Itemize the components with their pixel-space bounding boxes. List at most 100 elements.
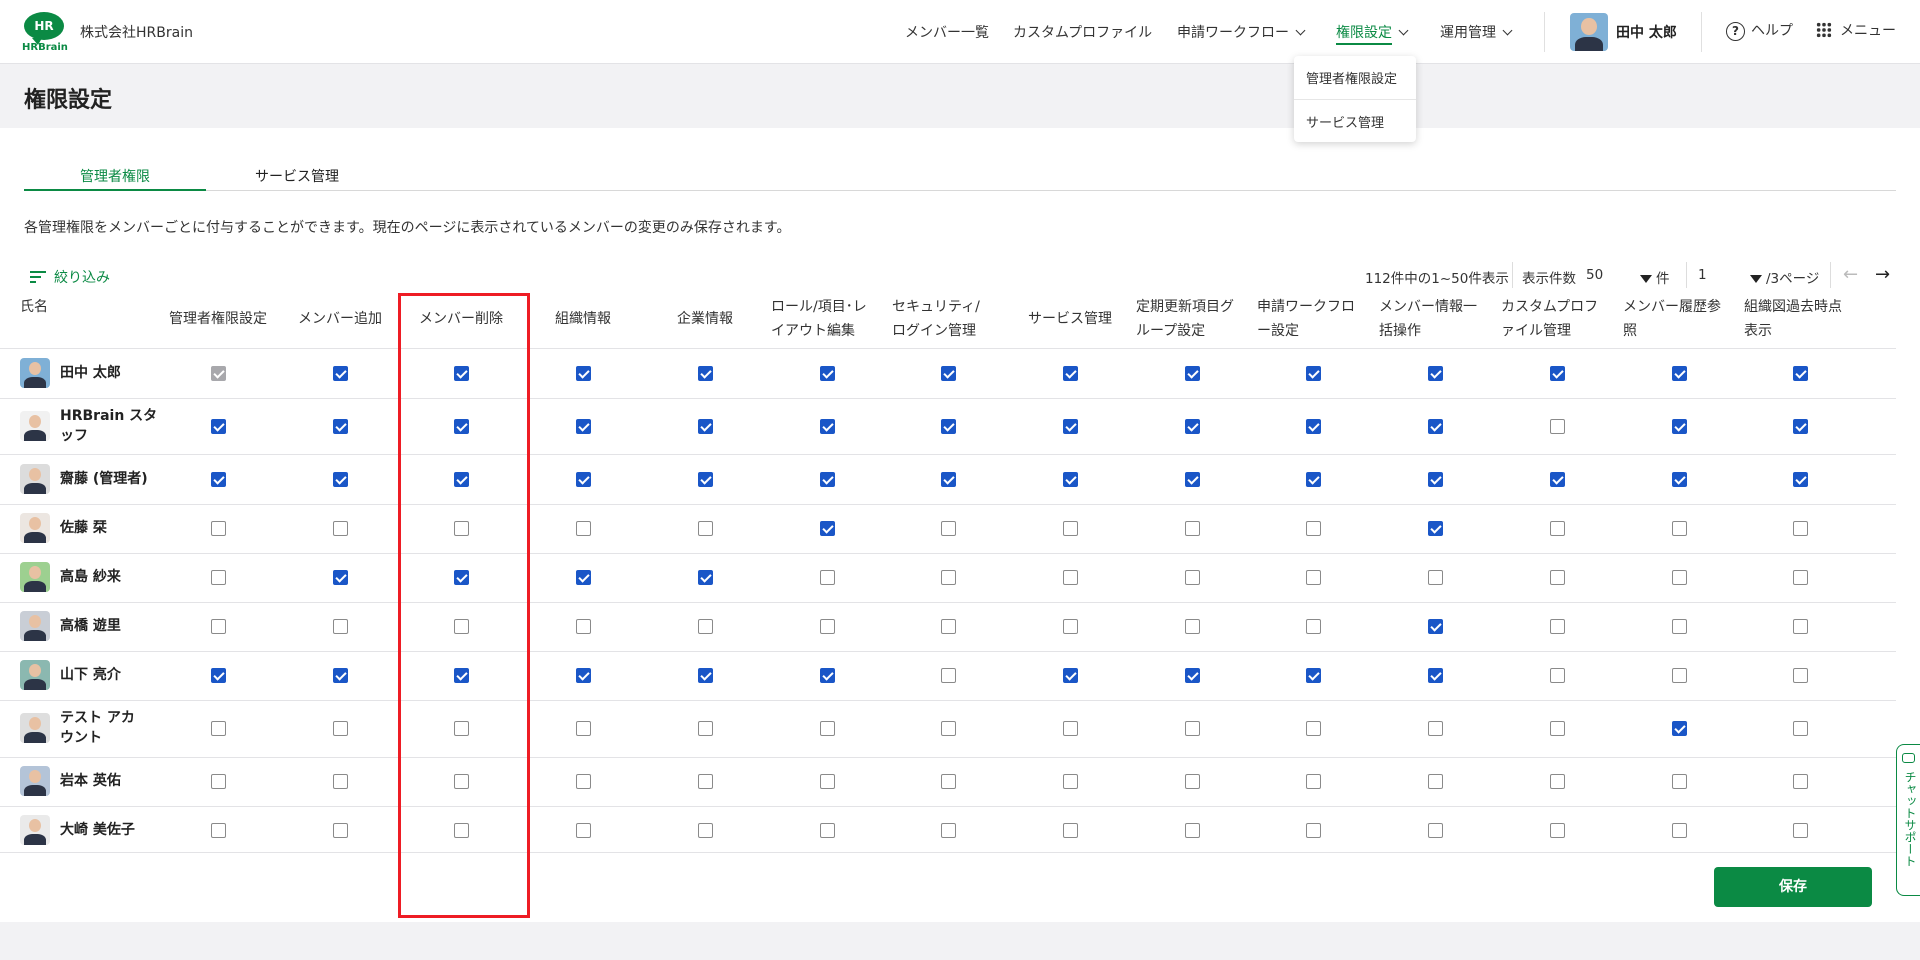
permission-checkbox[interactable] — [1428, 668, 1443, 683]
tab-admin-permission[interactable]: 管理者権限 — [25, 166, 205, 186]
permission-checkbox[interactable] — [1306, 570, 1321, 585]
permission-checkbox[interactable] — [1428, 521, 1443, 536]
permission-checkbox[interactable] — [1428, 472, 1443, 487]
permission-checkbox[interactable] — [1185, 472, 1200, 487]
page-select[interactable]: 1 — [1698, 267, 1707, 283]
permission-checkbox[interactable] — [698, 721, 713, 736]
permission-checkbox[interactable] — [333, 774, 348, 789]
permission-checkbox[interactable] — [1185, 668, 1200, 683]
permission-checkbox[interactable] — [820, 619, 835, 634]
permission-checkbox[interactable] — [1672, 823, 1687, 838]
permission-checkbox[interactable] — [211, 570, 226, 585]
permission-checkbox[interactable] — [820, 570, 835, 585]
permission-checkbox[interactable] — [820, 366, 835, 381]
permission-checkbox[interactable] — [1428, 570, 1443, 585]
permission-checkbox[interactable] — [941, 366, 956, 381]
permission-checkbox[interactable] — [1185, 619, 1200, 634]
permission-checkbox[interactable] — [1063, 366, 1078, 381]
nav-member-list[interactable]: メンバー一覧 — [905, 22, 989, 42]
permission-checkbox[interactable] — [1550, 823, 1565, 838]
permission-checkbox[interactable] — [211, 721, 226, 736]
permission-checkbox[interactable] — [1063, 668, 1078, 683]
dropdown-item-admin-permission[interactable]: 管理者権限設定 — [1306, 68, 1397, 87]
permission-checkbox[interactable] — [941, 774, 956, 789]
permission-checkbox[interactable] — [1063, 823, 1078, 838]
permission-checkbox[interactable] — [941, 721, 956, 736]
nav-custom-profile[interactable]: カスタムプロファイル — [1013, 22, 1152, 42]
permission-checkbox[interactable] — [698, 419, 713, 434]
permission-checkbox[interactable] — [1550, 366, 1565, 381]
permission-checkbox[interactable] — [1550, 721, 1565, 736]
next-page-icon[interactable]: → — [1875, 266, 1890, 284]
permission-checkbox[interactable] — [333, 521, 348, 536]
page-dropdown[interactable]: /3ページ — [1750, 267, 1819, 287]
permission-checkbox[interactable] — [698, 668, 713, 683]
permission-checkbox[interactable] — [333, 823, 348, 838]
permission-checkbox[interactable] — [1306, 521, 1321, 536]
permission-checkbox[interactable] — [1672, 419, 1687, 434]
permission-checkbox[interactable] — [1185, 823, 1200, 838]
permission-checkbox[interactable] — [1793, 419, 1808, 434]
permission-checkbox[interactable] — [1306, 366, 1321, 381]
permission-checkbox[interactable] — [1063, 472, 1078, 487]
permission-checkbox[interactable] — [1550, 619, 1565, 634]
permission-checkbox[interactable] — [1793, 472, 1808, 487]
permission-checkbox[interactable] — [1063, 619, 1078, 634]
permission-checkbox[interactable] — [941, 570, 956, 585]
permission-checkbox[interactable] — [1793, 823, 1808, 838]
per-page-select[interactable]: 50 — [1586, 267, 1603, 283]
permission-checkbox[interactable] — [1793, 570, 1808, 585]
permission-checkbox[interactable] — [698, 619, 713, 634]
permission-checkbox[interactable] — [1672, 472, 1687, 487]
permission-checkbox[interactable] — [333, 366, 348, 381]
permission-checkbox[interactable] — [1672, 774, 1687, 789]
permission-checkbox[interactable] — [941, 823, 956, 838]
permission-checkbox[interactable] — [576, 419, 591, 434]
permission-checkbox[interactable] — [1185, 419, 1200, 434]
permission-checkbox[interactable] — [1428, 366, 1443, 381]
permission-checkbox[interactable] — [698, 472, 713, 487]
permission-checkbox[interactable] — [1550, 472, 1565, 487]
permission-checkbox[interactable] — [820, 668, 835, 683]
nav-permission-settings[interactable]: 権限設定 — [1336, 22, 1409, 45]
permission-checkbox[interactable] — [1672, 366, 1687, 381]
permission-checkbox[interactable] — [1550, 570, 1565, 585]
tab-service-management[interactable]: サービス管理 — [207, 166, 387, 186]
permission-checkbox[interactable] — [211, 419, 226, 434]
save-button[interactable]: 保存 — [1714, 867, 1872, 907]
permission-checkbox[interactable] — [1306, 823, 1321, 838]
permission-checkbox[interactable] — [1428, 774, 1443, 789]
permission-checkbox[interactable] — [820, 472, 835, 487]
permission-checkbox[interactable] — [1672, 619, 1687, 634]
permission-checkbox[interactable] — [576, 823, 591, 838]
permission-checkbox[interactable] — [1428, 721, 1443, 736]
permission-checkbox[interactable] — [1793, 521, 1808, 536]
permission-checkbox[interactable] — [1793, 668, 1808, 683]
permission-checkbox[interactable] — [1428, 419, 1443, 434]
permission-checkbox[interactable] — [1306, 419, 1321, 434]
help-link[interactable]: ? ヘルプ — [1726, 20, 1793, 41]
permission-checkbox[interactable] — [1306, 472, 1321, 487]
permission-checkbox[interactable] — [211, 619, 226, 634]
permission-checkbox[interactable] — [1793, 366, 1808, 381]
permission-checkbox[interactable] — [1672, 721, 1687, 736]
permission-checkbox[interactable] — [576, 472, 591, 487]
permission-checkbox[interactable] — [333, 570, 348, 585]
permission-checkbox[interactable] — [333, 619, 348, 634]
permission-checkbox[interactable] — [820, 721, 835, 736]
permission-checkbox[interactable] — [1793, 619, 1808, 634]
permission-checkbox[interactable] — [211, 823, 226, 838]
permission-checkbox[interactable] — [941, 419, 956, 434]
permission-checkbox[interactable] — [698, 366, 713, 381]
menu-button[interactable]: メニュー — [1816, 20, 1896, 40]
permission-checkbox[interactable] — [333, 419, 348, 434]
permission-checkbox[interactable] — [698, 570, 713, 585]
permission-checkbox[interactable] — [576, 668, 591, 683]
user-avatar[interactable] — [1570, 13, 1608, 51]
permission-checkbox[interactable] — [1550, 774, 1565, 789]
permission-checkbox[interactable] — [333, 472, 348, 487]
permission-checkbox[interactable] — [1185, 570, 1200, 585]
permission-checkbox[interactable] — [1550, 668, 1565, 683]
hrbrain-logo[interactable]: HR HRBrain — [22, 12, 68, 56]
chat-support-tab[interactable]: チャットサポート — [1896, 744, 1920, 896]
